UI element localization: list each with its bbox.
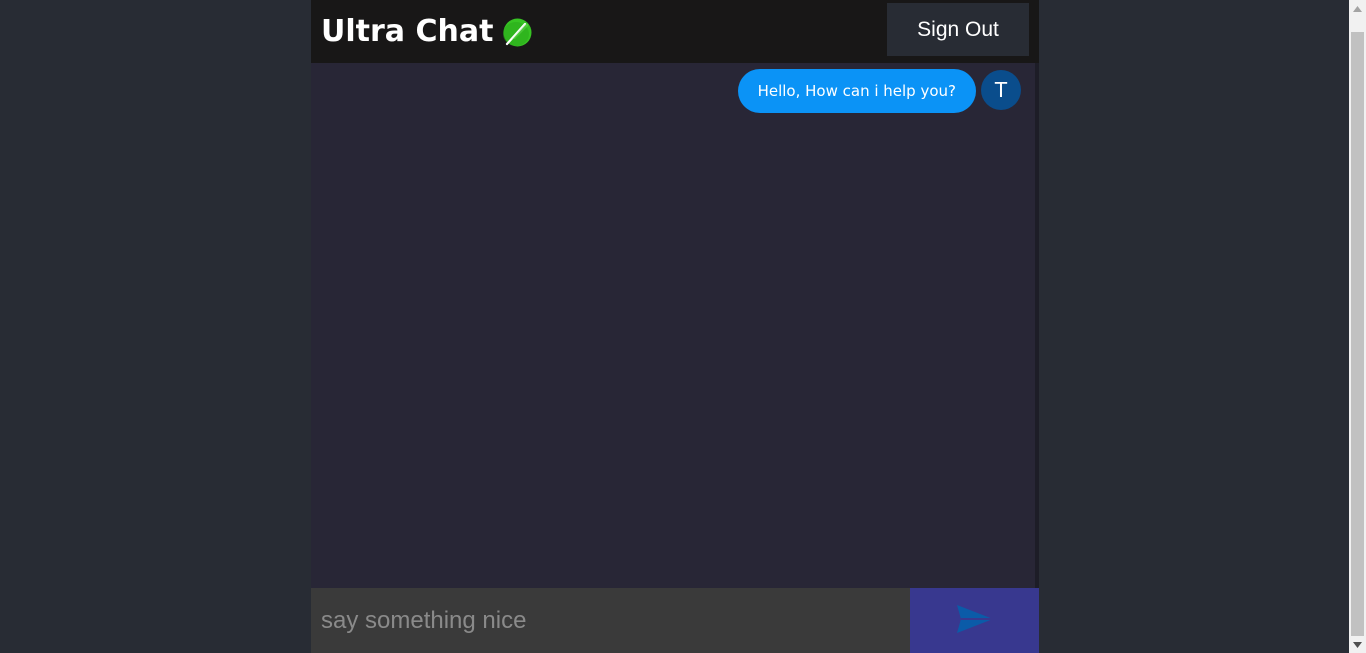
scroll-down-arrow-icon[interactable]	[1349, 636, 1366, 653]
message-list[interactable]: Hello, How can i help you? T	[311, 63, 1039, 588]
chat-app: Ultra Chat Sign Out Hello, How can i hel…	[311, 0, 1039, 653]
message-list-scroll-track	[1035, 63, 1039, 588]
sign-out-button[interactable]: Sign Out	[887, 3, 1029, 56]
message-form	[311, 588, 1039, 653]
feather-icon	[503, 18, 532, 47]
avatar: T	[981, 70, 1021, 110]
app-title-text: Ultra Chat	[321, 14, 494, 49]
send-icon	[956, 604, 994, 637]
message-bubble: Hello, How can i help you?	[737, 69, 976, 113]
scroll-up-arrow-icon[interactable]	[1349, 0, 1366, 17]
scroll-thumb[interactable]	[1351, 32, 1364, 636]
send-button[interactable]	[910, 588, 1039, 653]
message-input[interactable]	[311, 588, 910, 653]
page-scrollbar[interactable]	[1349, 0, 1366, 653]
app-header: Ultra Chat Sign Out	[311, 0, 1039, 63]
app-title: Ultra Chat	[321, 12, 532, 52]
chat-message: Hello, How can i help you? T	[737, 69, 1021, 113]
